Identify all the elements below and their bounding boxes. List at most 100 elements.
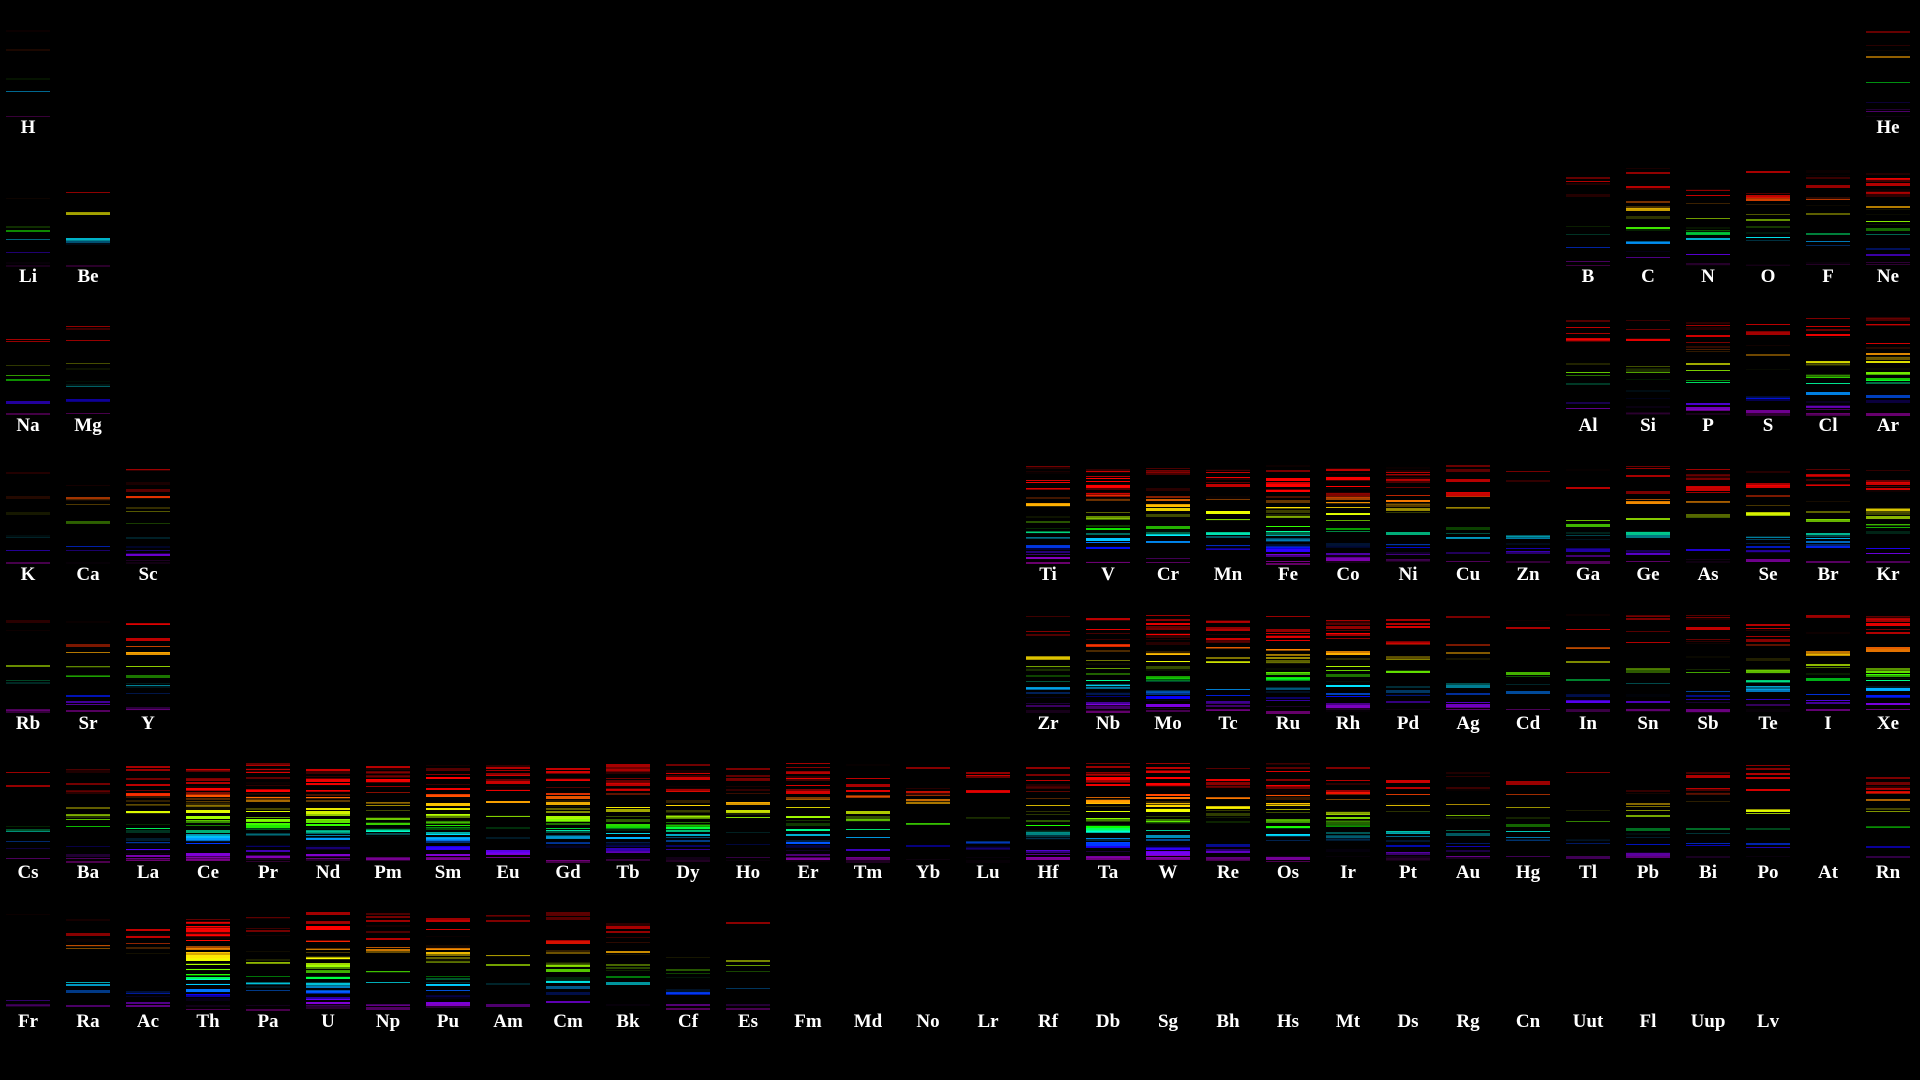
element-cell-os[interactable]: Os	[1266, 763, 1310, 883]
element-cell-pr[interactable]: Pr	[246, 763, 290, 883]
element-cell-tb[interactable]: Tb	[606, 763, 650, 883]
element-cell-cr[interactable]: Cr	[1146, 465, 1190, 585]
element-cell-fl[interactable]: Fl	[1626, 912, 1670, 1032]
element-cell-br[interactable]: Br	[1806, 465, 1850, 585]
element-cell-fm[interactable]: Fm	[786, 912, 830, 1032]
element-cell-k[interactable]: K	[6, 465, 50, 585]
element-cell-uut[interactable]: Uut	[1566, 912, 1610, 1032]
element-cell-ca[interactable]: Ca	[66, 465, 110, 585]
element-cell-o[interactable]: O	[1746, 167, 1790, 287]
element-cell-be[interactable]: Be	[66, 167, 110, 287]
element-cell-n[interactable]: N	[1686, 167, 1730, 287]
element-cell-b[interactable]: B	[1566, 167, 1610, 287]
element-cell-rn[interactable]: Rn	[1866, 763, 1910, 883]
element-cell-lu[interactable]: Lu	[966, 763, 1010, 883]
element-cell-na[interactable]: Na	[6, 316, 50, 436]
element-cell-c[interactable]: C	[1626, 167, 1670, 287]
element-cell-ta[interactable]: Ta	[1086, 763, 1130, 883]
element-cell-se[interactable]: Se	[1746, 465, 1790, 585]
element-cell-th[interactable]: Th	[186, 912, 230, 1032]
element-cell-u[interactable]: U	[306, 912, 350, 1032]
element-cell-ho[interactable]: Ho	[726, 763, 770, 883]
element-cell-fe[interactable]: Fe	[1266, 465, 1310, 585]
element-cell-co[interactable]: Co	[1326, 465, 1370, 585]
element-cell-ge[interactable]: Ge	[1626, 465, 1670, 585]
element-cell-te[interactable]: Te	[1746, 614, 1790, 734]
element-cell-cd[interactable]: Cd	[1506, 614, 1550, 734]
element-cell-he[interactable]: He	[1866, 18, 1910, 138]
element-cell-kr[interactable]: Kr	[1866, 465, 1910, 585]
element-cell-mo[interactable]: Mo	[1146, 614, 1190, 734]
element-cell-eu[interactable]: Eu	[486, 763, 530, 883]
element-cell-sm[interactable]: Sm	[426, 763, 470, 883]
element-cell-bi[interactable]: Bi	[1686, 763, 1730, 883]
element-cell-ni[interactable]: Ni	[1386, 465, 1430, 585]
element-cell-h[interactable]: H	[6, 18, 50, 138]
element-cell-tl[interactable]: Tl	[1566, 763, 1610, 883]
element-cell-cs[interactable]: Cs	[6, 763, 50, 883]
element-cell-cl[interactable]: Cl	[1806, 316, 1850, 436]
element-cell-ti[interactable]: Ti	[1026, 465, 1070, 585]
element-cell-db[interactable]: Db	[1086, 912, 1130, 1032]
element-cell-in[interactable]: In	[1566, 614, 1610, 734]
element-cell-v[interactable]: V	[1086, 465, 1130, 585]
element-cell-bh[interactable]: Bh	[1206, 912, 1250, 1032]
element-cell-ne[interactable]: Ne	[1866, 167, 1910, 287]
element-cell-rb[interactable]: Rb	[6, 614, 50, 734]
element-cell-au[interactable]: Au	[1446, 763, 1490, 883]
element-cell-pt[interactable]: Pt	[1386, 763, 1430, 883]
element-cell-xe[interactable]: Xe	[1866, 614, 1910, 734]
element-cell-si[interactable]: Si	[1626, 316, 1670, 436]
element-cell-sr[interactable]: Sr	[66, 614, 110, 734]
element-cell-zn[interactable]: Zn	[1506, 465, 1550, 585]
element-cell-pm[interactable]: Pm	[366, 763, 410, 883]
element-cell-ar[interactable]: Ar	[1866, 316, 1910, 436]
element-cell-pu[interactable]: Pu	[426, 912, 470, 1032]
element-cell-la[interactable]: La	[126, 763, 170, 883]
element-cell-p[interactable]: P	[1686, 316, 1730, 436]
element-cell-fr[interactable]: Fr	[6, 912, 50, 1032]
element-cell-uup[interactable]: Uup	[1686, 912, 1730, 1032]
element-cell-rh[interactable]: Rh	[1326, 614, 1370, 734]
element-cell-mg[interactable]: Mg	[66, 316, 110, 436]
element-cell-no[interactable]: No	[906, 912, 950, 1032]
element-cell-np[interactable]: Np	[366, 912, 410, 1032]
element-cell-ac[interactable]: Ac	[126, 912, 170, 1032]
element-cell-i[interactable]: I	[1806, 614, 1850, 734]
element-cell-nd[interactable]: Nd	[306, 763, 350, 883]
element-cell-ag[interactable]: Ag	[1446, 614, 1490, 734]
element-cell-hs[interactable]: Hs	[1266, 912, 1310, 1032]
element-cell-ce[interactable]: Ce	[186, 763, 230, 883]
element-cell-hg[interactable]: Hg	[1506, 763, 1550, 883]
element-cell-bk[interactable]: Bk	[606, 912, 650, 1032]
element-cell-pa[interactable]: Pa	[246, 912, 290, 1032]
element-cell-er[interactable]: Er	[786, 763, 830, 883]
element-cell-f[interactable]: F	[1806, 167, 1850, 287]
element-cell-rf[interactable]: Rf	[1026, 912, 1070, 1032]
element-cell-am[interactable]: Am	[486, 912, 530, 1032]
element-cell-ir[interactable]: Ir	[1326, 763, 1370, 883]
element-cell-ra[interactable]: Ra	[66, 912, 110, 1032]
element-cell-tc[interactable]: Tc	[1206, 614, 1250, 734]
element-cell-pd[interactable]: Pd	[1386, 614, 1430, 734]
element-cell-rg[interactable]: Rg	[1446, 912, 1490, 1032]
element-cell-sb[interactable]: Sb	[1686, 614, 1730, 734]
element-cell-pb[interactable]: Pb	[1626, 763, 1670, 883]
element-cell-lr[interactable]: Lr	[966, 912, 1010, 1032]
element-cell-dy[interactable]: Dy	[666, 763, 710, 883]
element-cell-mt[interactable]: Mt	[1326, 912, 1370, 1032]
element-cell-y[interactable]: Y	[126, 614, 170, 734]
element-cell-ru[interactable]: Ru	[1266, 614, 1310, 734]
element-cell-cm[interactable]: Cm	[546, 912, 590, 1032]
element-cell-po[interactable]: Po	[1746, 763, 1790, 883]
element-cell-hf[interactable]: Hf	[1026, 763, 1070, 883]
element-cell-zr[interactable]: Zr	[1026, 614, 1070, 734]
element-cell-tm[interactable]: Tm	[846, 763, 890, 883]
element-cell-at[interactable]: At	[1806, 763, 1850, 883]
element-cell-re[interactable]: Re	[1206, 763, 1250, 883]
element-cell-md[interactable]: Md	[846, 912, 890, 1032]
element-cell-ds[interactable]: Ds	[1386, 912, 1430, 1032]
element-cell-ga[interactable]: Ga	[1566, 465, 1610, 585]
element-cell-yb[interactable]: Yb	[906, 763, 950, 883]
element-cell-cu[interactable]: Cu	[1446, 465, 1490, 585]
